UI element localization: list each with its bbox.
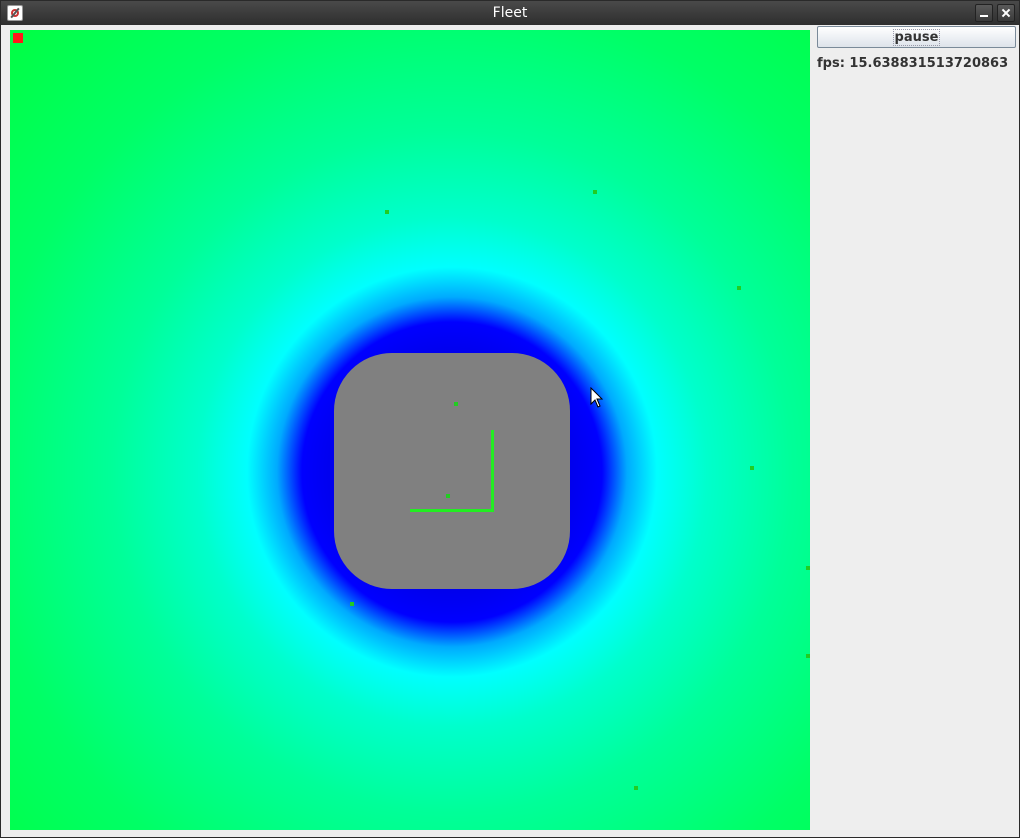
pause-button[interactable]: pause	[817, 26, 1016, 48]
fps-readout: fps: 15.638831513720863	[817, 56, 1009, 71]
window-content: pause fps: 15.638831513720863	[4, 25, 1016, 833]
agent	[454, 402, 458, 406]
pause-button-label: pause	[892, 28, 941, 46]
agent	[750, 466, 754, 470]
window-title: Fleet	[492, 5, 528, 21]
agent	[350, 602, 354, 606]
app-window: Fleet pause fps: 15.638831513720863	[0, 0, 1020, 838]
close-icon[interactable]	[997, 4, 1015, 22]
path-segment-horizontal	[410, 509, 494, 512]
agent	[593, 190, 597, 194]
simulation-canvas[interactable]	[10, 30, 810, 830]
path-segment-vertical	[491, 430, 494, 512]
agent	[634, 786, 638, 790]
agent	[806, 654, 810, 658]
title-bar[interactable]: Fleet	[1, 1, 1019, 25]
agent	[737, 286, 741, 290]
minimize-icon[interactable]	[975, 4, 993, 22]
control-panel: pause fps: 15.638831513720863	[816, 25, 1016, 833]
obstacle	[334, 353, 570, 589]
target-marker	[13, 33, 23, 43]
agent	[385, 210, 389, 214]
agent	[806, 566, 810, 570]
mouse-pointer-icon	[590, 387, 604, 408]
agent	[446, 494, 450, 498]
